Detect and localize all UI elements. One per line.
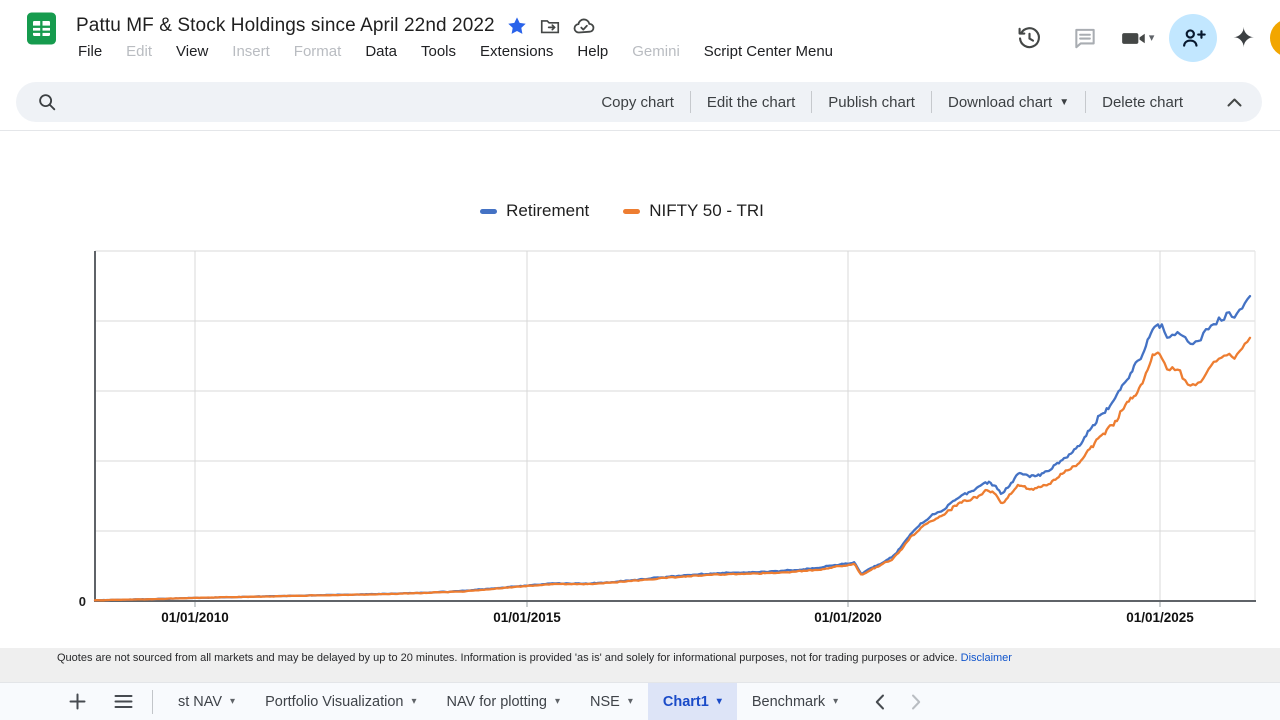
menu-file[interactable]: File — [78, 43, 102, 60]
menu-insert[interactable]: Insert — [232, 43, 270, 60]
chart-toolbar: Copy chartEdit the chartPublish chartDow… — [16, 82, 1262, 122]
sheet-tab-caret-icon[interactable]: ▾ — [833, 697, 838, 707]
camera-dropdown-caret-icon[interactable]: ▾ — [1149, 33, 1155, 44]
legend-label: Retirement — [506, 201, 589, 221]
scroll-tabs-right-icon[interactable] — [911, 694, 921, 710]
series-line-nifty-50-tri[interactable] — [95, 338, 1250, 601]
delete-chart-button[interactable]: Delete chart — [1086, 94, 1199, 111]
sheet-tab-label: NSE — [590, 694, 620, 710]
x-tick-label: 01/01/2020 — [814, 610, 882, 625]
sheet-tab-label: st NAV — [178, 694, 222, 710]
document-title[interactable]: Pattu MF & Stock Holdings since April 22… — [76, 15, 495, 37]
publish-chart-button[interactable]: Publish chart — [812, 94, 931, 111]
legend-dash-icon — [623, 209, 640, 214]
sheet-tab-caret-icon[interactable]: ▾ — [230, 697, 235, 707]
edit-the-chart-button[interactable]: Edit the chart — [691, 94, 811, 111]
sheet-tab-caret-icon[interactable]: ▾ — [411, 697, 416, 707]
toolbar-divider — [0, 130, 1280, 131]
account-avatar[interactable] — [1270, 19, 1280, 57]
series-line-retirement[interactable] — [95, 296, 1250, 600]
share-button[interactable] — [1169, 14, 1217, 62]
download-chart-button[interactable]: Download chart▼ — [932, 94, 1085, 111]
star-icon[interactable] — [506, 15, 528, 37]
version-history-icon[interactable] — [1010, 18, 1050, 58]
y-tick-label: 0 — [79, 594, 86, 609]
legend-item-nifty-50-tri: NIFTY 50 - TRI — [623, 201, 764, 221]
sheet-tab-chart1[interactable]: Chart1 ▾ — [648, 683, 737, 720]
document-title-bar: Pattu MF & Stock Holdings since April 22… — [76, 14, 596, 38]
x-tick-label: 01/01/2025 — [1126, 610, 1194, 625]
sheet-tab-st-nav[interactable]: st NAV ▾ — [163, 683, 250, 720]
clipped-tab-divider — [152, 690, 153, 714]
legend-dash-icon — [480, 209, 497, 214]
meet-camera-button[interactable]: ▾ — [1120, 25, 1155, 52]
comments-icon[interactable] — [1065, 18, 1105, 58]
all-sheets-menu-button[interactable] — [108, 694, 138, 709]
gemini-sparkle-icon[interactable]: ✦ — [1232, 25, 1255, 52]
sheet-tab-label: NAV for plotting — [446, 694, 546, 710]
menu-script-center-menu[interactable]: Script Center Menu — [704, 43, 833, 60]
sheet-tab-nse[interactable]: NSE ▾ — [575, 683, 648, 720]
sheet-tab-nav-for-plotting[interactable]: NAV for plotting ▾ — [431, 683, 575, 720]
menu-view[interactable]: View — [176, 43, 208, 60]
add-sheet-button[interactable] — [62, 692, 92, 711]
search-icon[interactable] — [36, 91, 58, 113]
sheet-tab-portfolio-visualization[interactable]: Portfolio Visualization ▾ — [250, 683, 431, 720]
menu-data[interactable]: Data — [365, 43, 397, 60]
quotes-disclaimer: Quotes are not sourced from all markets … — [0, 648, 1280, 682]
sheets-app: Pattu MF & Stock Holdings since April 22… — [0, 0, 1280, 720]
legend-item-retirement: Retirement — [480, 201, 589, 221]
sheet-tab-benchmark[interactable]: Benchmark ▾ — [737, 683, 853, 720]
sheet-tab-label: Chart1 — [663, 694, 709, 710]
menu-edit[interactable]: Edit — [126, 43, 152, 60]
menu-gemini[interactable]: Gemini — [632, 43, 680, 60]
menu-tools[interactable]: Tools — [421, 43, 456, 60]
menu-extensions[interactable]: Extensions — [480, 43, 553, 60]
menu-format[interactable]: Format — [294, 43, 342, 60]
scroll-tabs-left-icon[interactable] — [875, 694, 885, 710]
sheet-tab-caret-icon[interactable]: ▾ — [628, 697, 633, 707]
sheet-tab-label: Portfolio Visualization — [265, 694, 403, 710]
disclaimer-text: Quotes are not sourced from all markets … — [57, 652, 958, 664]
app-header: Pattu MF & Stock Holdings since April 22… — [0, 0, 1280, 80]
dropdown-caret-icon: ▼ — [1059, 97, 1069, 108]
header-actions: ▾ ✦ — [1010, 13, 1280, 63]
person-add-icon — [1180, 25, 1206, 51]
sheet-tab-caret-icon[interactable]: ▾ — [717, 697, 722, 707]
chart-action-buttons: Copy chartEdit the chartPublish chartDow… — [585, 91, 1199, 113]
menu-bar: File Edit View Insert Format Data Tools Extensi… — [78, 43, 833, 60]
menu-help[interactable]: Help — [577, 43, 608, 60]
legend-label: NIFTY 50 - TRI — [649, 201, 764, 221]
sheet-tabs: st NAV▾Portfolio Visualization▾NAV for p… — [163, 683, 853, 720]
disclaimer-link[interactable]: Disclaimer — [961, 652, 1012, 664]
sheet-tab-bar: st NAV▾Portfolio Visualization▾NAV for p… — [0, 682, 1280, 720]
cloud-saved-icon[interactable] — [572, 14, 596, 38]
google-sheets-logo-icon[interactable] — [24, 11, 59, 46]
move-to-folder-icon[interactable] — [539, 15, 561, 37]
x-tick-label: 01/01/2010 — [161, 610, 229, 625]
sheet-tab-label: Benchmark — [752, 694, 825, 710]
copy-chart-button[interactable]: Copy chart — [585, 94, 690, 111]
tab-scroll-nav — [875, 694, 921, 710]
sheet-tab-caret-icon[interactable]: ▾ — [555, 697, 560, 707]
collapse-toolbar-button[interactable] — [1227, 98, 1242, 107]
chart-legend: Retirement NIFTY 50 - TRI — [0, 201, 1262, 221]
x-tick-label: 01/01/2015 — [493, 610, 561, 625]
